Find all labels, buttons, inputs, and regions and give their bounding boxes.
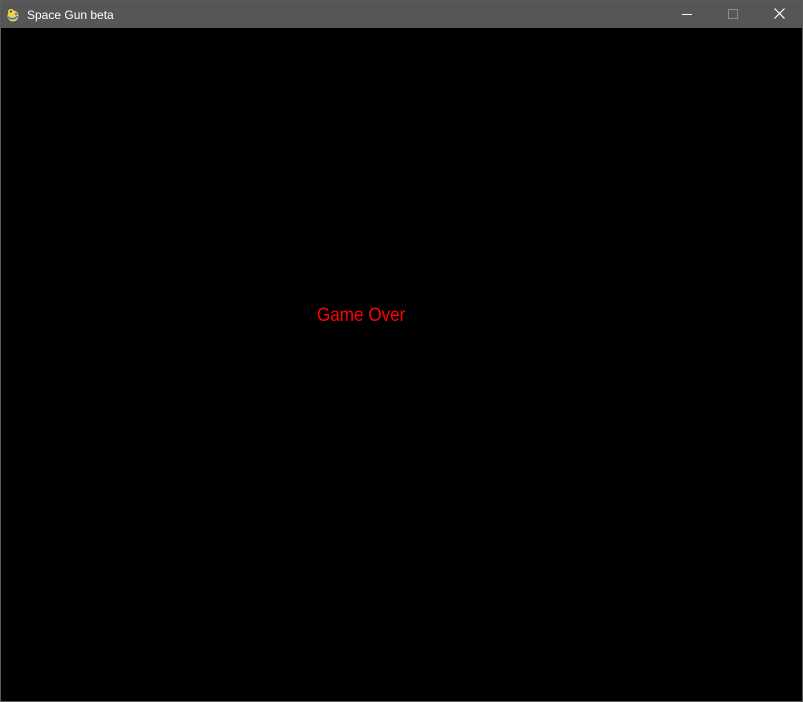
caption-buttons [664,1,802,28]
title-bar[interactable]: Space Gun beta [1,1,802,28]
game-canvas[interactable]: Game Over [1,28,802,701]
minimize-button[interactable] [664,1,710,28]
minimize-icon [682,6,692,24]
game-window: Space Gun beta Game Over [0,0,803,702]
close-icon [773,6,785,24]
close-button[interactable] [756,1,802,28]
game-over-message: Game Over [317,305,406,326]
maximize-button[interactable] [710,1,756,28]
window-title: Space Gun beta [27,7,114,22]
maximize-icon [728,6,738,24]
pygame-snake-icon [5,7,21,23]
